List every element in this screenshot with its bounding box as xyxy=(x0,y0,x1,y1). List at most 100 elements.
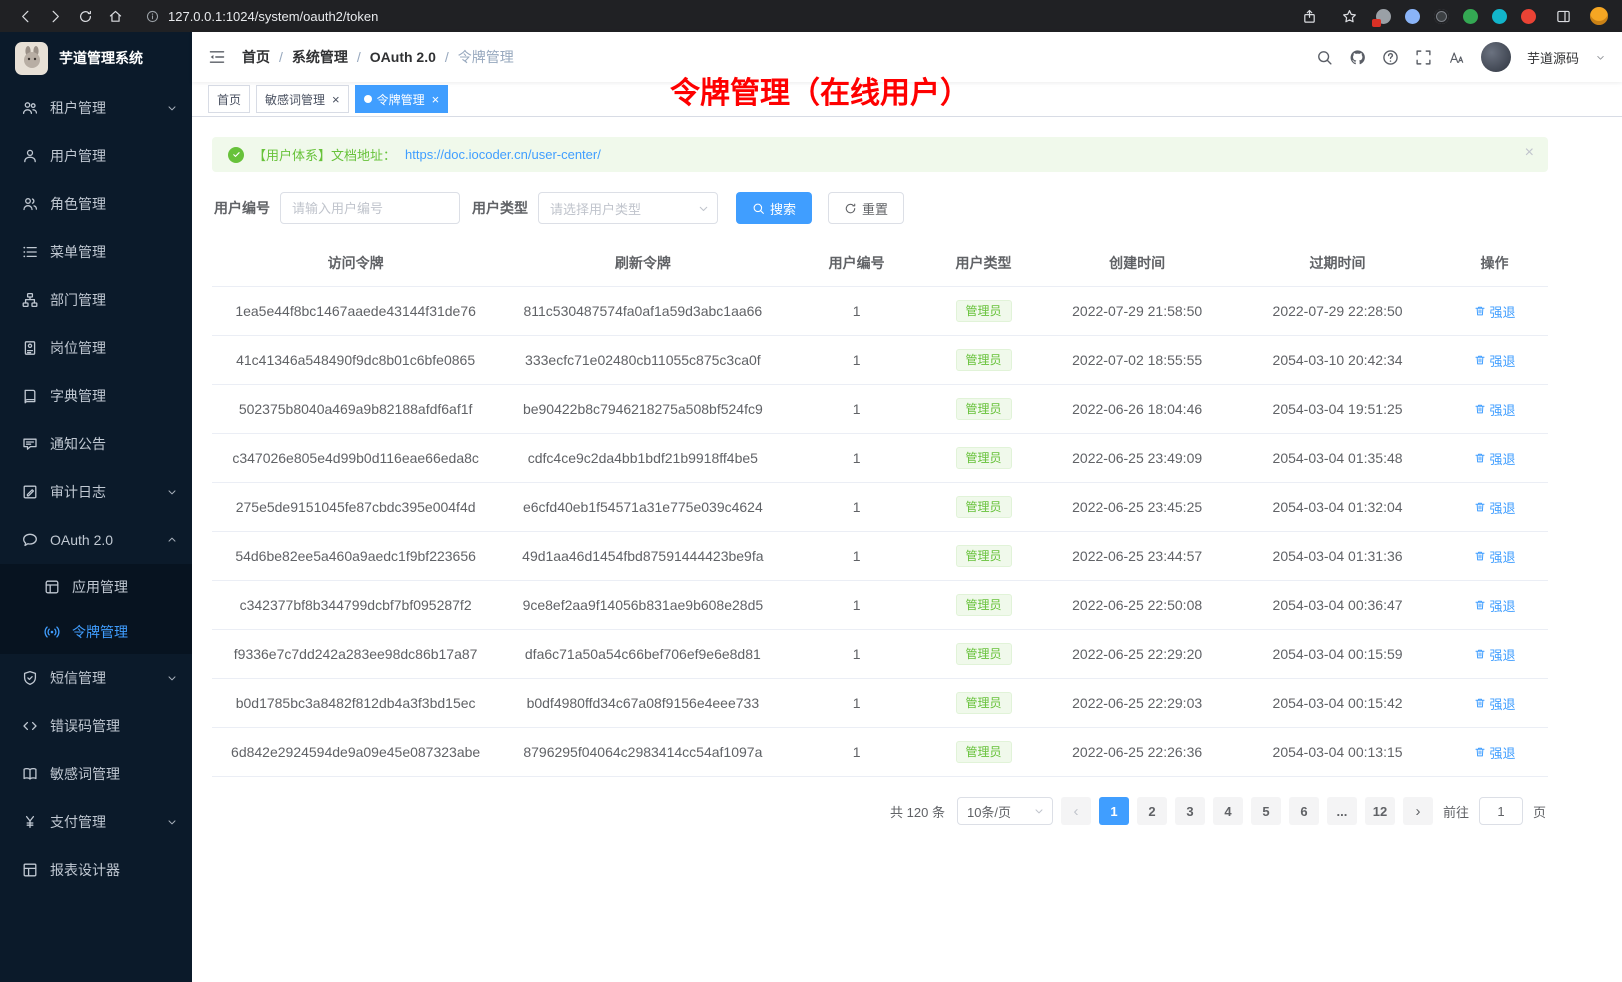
sidebar-item-notice[interactable]: 通知公告 xyxy=(0,420,192,468)
site-info-icon[interactable] xyxy=(146,10,159,23)
force-logout-button[interactable]: 强退 xyxy=(1474,547,1516,566)
next-page-button[interactable]: › xyxy=(1403,797,1433,825)
sidebar-item-log[interactable]: 审计日志 xyxy=(0,468,192,516)
browser-profile-avatar[interactable] xyxy=(1590,7,1608,25)
tab-item[interactable]: 首页 xyxy=(208,85,250,113)
tab-active[interactable]: 令牌管理× xyxy=(355,85,449,113)
extension-icon-2[interactable] xyxy=(1405,9,1420,24)
extension-icon-3[interactable] xyxy=(1434,9,1449,24)
cell-access-token: 1ea5e44f8bc1467aaede43144f31de76 xyxy=(212,287,499,336)
browser-forward-icon[interactable] xyxy=(42,3,68,29)
extension-icon-4[interactable] xyxy=(1463,9,1478,24)
page-button-12[interactable]: 12 xyxy=(1365,797,1395,825)
force-logout-button[interactable]: 强退 xyxy=(1474,498,1516,517)
user-type-select[interactable]: 请选择用户类型 xyxy=(538,192,718,224)
extension-icon-6[interactable] xyxy=(1521,9,1536,24)
user-id-input[interactable] xyxy=(280,192,460,224)
breadcrumb-item[interactable]: OAuth 2.0 xyxy=(370,49,436,65)
sidebar-item-sms[interactable]: 短信管理 xyxy=(0,654,192,702)
column-header: 用户类型 xyxy=(927,240,1041,287)
user-type-badge: 管理员 xyxy=(956,741,1012,764)
tenant-icon xyxy=(22,100,38,116)
sidebar-item-tenant[interactable]: 租户管理 xyxy=(0,84,192,132)
reset-button[interactable]: 重置 xyxy=(828,192,904,224)
collapse-sidebar-icon[interactable] xyxy=(208,48,226,66)
sidebar-item-dict[interactable]: 字典管理 xyxy=(0,372,192,420)
font-size-icon[interactable] xyxy=(1448,49,1465,66)
chevron-up-icon xyxy=(166,534,178,546)
chevron-down-icon[interactable] xyxy=(1595,52,1606,63)
app-logo[interactable]: 芋道管理系统 xyxy=(0,32,192,84)
goto-page-input[interactable] xyxy=(1479,797,1523,825)
tab-close-icon[interactable]: × xyxy=(332,93,340,106)
bookmark-star-icon[interactable] xyxy=(1336,3,1362,29)
tab-close-icon[interactable]: × xyxy=(432,93,440,106)
breadcrumb-item[interactable]: 系统管理 xyxy=(292,47,348,67)
cell-refresh-token: 9ce8ef2aa9f14056b831ae9b608e28d5 xyxy=(499,581,786,630)
breadcrumb-separator: / xyxy=(279,49,283,65)
sidebar-item-errcode[interactable]: 错误码管理 xyxy=(0,702,192,750)
cell-create-time: 2022-06-25 22:29:20 xyxy=(1040,630,1234,679)
page-button-3[interactable]: 3 xyxy=(1175,797,1205,825)
post-icon xyxy=(22,340,38,356)
prev-page-button[interactable]: ‹ xyxy=(1061,797,1091,825)
page-size-select[interactable]: 10条/页 xyxy=(957,797,1053,825)
page-button-2[interactable]: 2 xyxy=(1137,797,1167,825)
extension-icon-5[interactable] xyxy=(1492,9,1507,24)
search-icon[interactable] xyxy=(1316,49,1333,66)
force-logout-button[interactable]: 强退 xyxy=(1474,400,1516,419)
tab-item[interactable]: 敏感词管理 × xyxy=(256,85,349,113)
force-logout-button[interactable]: 强退 xyxy=(1474,645,1516,664)
breadcrumb-separator: / xyxy=(357,49,361,65)
help-icon[interactable] xyxy=(1382,49,1399,66)
browser-back-icon[interactable] xyxy=(12,3,38,29)
side-panel-icon[interactable] xyxy=(1550,3,1576,29)
cell-create-time: 2022-06-25 23:44:57 xyxy=(1040,532,1234,581)
sidebar-item-pay[interactable]: 支付管理 xyxy=(0,798,192,846)
tab-label: 敏感词管理 xyxy=(265,91,325,108)
sidebar-item-oauth[interactable]: OAuth 2.0 xyxy=(0,516,192,564)
oauth-icon xyxy=(22,532,38,548)
cell-expire-time: 2022-07-29 22:28:50 xyxy=(1234,287,1441,336)
user-avatar[interactable] xyxy=(1481,42,1511,72)
page-button-1[interactable]: 1 xyxy=(1099,797,1129,825)
force-logout-button[interactable]: 强退 xyxy=(1474,596,1516,615)
cell-action: 强退 xyxy=(1441,336,1548,385)
menu-item-label: 用户管理 xyxy=(50,146,178,166)
force-logout-label: 强退 xyxy=(1490,547,1516,566)
force-logout-button[interactable]: 强退 xyxy=(1474,351,1516,370)
cell-access-token: 54d6be82ee5a460a9aedc1f9bf223656 xyxy=(212,532,499,581)
extension-icon-1[interactable] xyxy=(1376,9,1391,24)
force-logout-button[interactable]: 强退 xyxy=(1474,694,1516,713)
force-logout-button[interactable]: 强退 xyxy=(1474,302,1516,321)
alert-text: 【用户体系】文档地址： xyxy=(253,145,396,164)
alert-close-icon[interactable]: × xyxy=(1525,145,1534,161)
share-icon[interactable] xyxy=(1296,3,1322,29)
browser-home-icon[interactable] xyxy=(102,3,128,29)
sidebar-subitem-app[interactable]: 应用管理 xyxy=(0,564,192,609)
breadcrumb-item[interactable]: 首页 xyxy=(242,47,270,67)
page-button-4[interactable]: 4 xyxy=(1213,797,1243,825)
sidebar-item-post[interactable]: 岗位管理 xyxy=(0,324,192,372)
page-button-5[interactable]: 5 xyxy=(1251,797,1281,825)
force-logout-button[interactable]: 强退 xyxy=(1474,449,1516,468)
fullscreen-icon[interactable] xyxy=(1415,49,1432,66)
sidebar-item-dept[interactable]: 部门管理 xyxy=(0,276,192,324)
sidebar-item-report[interactable]: 报表设计器 xyxy=(0,846,192,894)
force-logout-button[interactable]: 强退 xyxy=(1474,743,1516,762)
search-button[interactable]: 搜索 xyxy=(736,192,812,224)
sidebar-item-user[interactable]: 用户管理 xyxy=(0,132,192,180)
browser-reload-icon[interactable] xyxy=(72,3,98,29)
doc-link[interactable]: https://doc.iocoder.cn/user-center/ xyxy=(405,147,601,162)
username[interactable]: 芋道源码 xyxy=(1527,48,1579,67)
extension-badge xyxy=(1372,19,1381,27)
address-bar[interactable]: 127.0.0.1:1024/system/oauth2/token xyxy=(146,9,1292,24)
github-icon[interactable] xyxy=(1349,49,1366,66)
page-button-...[interactable]: ... xyxy=(1327,797,1357,825)
page-button-6[interactable]: 6 xyxy=(1289,797,1319,825)
sidebar-item-role[interactable]: 角色管理 xyxy=(0,180,192,228)
sidebar-item-sensitive[interactable]: 敏感词管理 xyxy=(0,750,192,798)
sidebar-subitem-token[interactable]: 令牌管理 xyxy=(0,609,192,654)
cell-access-token: 502375b8040a469a9b82188afdf6af1f xyxy=(212,385,499,434)
sidebar-item-menu[interactable]: 菜单管理 xyxy=(0,228,192,276)
